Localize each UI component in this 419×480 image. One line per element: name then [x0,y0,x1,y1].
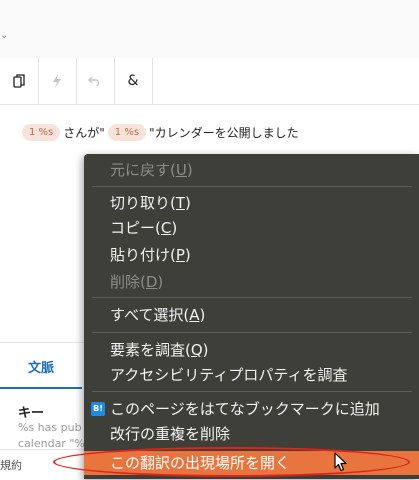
menu-item-inspect-accessibility[interactable]: アクセシビリティプロパティを調査 [84,364,419,386]
key-label: キー [18,406,45,421]
terms-label: 規約 [0,459,22,472]
ampersand-icon: & [127,73,139,89]
menu-item-select-all[interactable]: すべて選択(A) [84,304,419,326]
chevron-down-icon[interactable]: ⌄ [0,30,8,41]
tab-active-indicator [0,387,82,389]
source-fragment: "カレンダーを公開しました [149,126,299,140]
special-chars-button[interactable]: & [114,58,153,104]
mouse-cursor-icon [334,452,347,472]
menu-item-hatena-bookmark[interactable]: B! このページをはてなブックマークに追加 [84,398,419,420]
annotation-circle [53,447,410,477]
menu-item-copy[interactable]: コピー(C) [84,217,419,239]
lightning-icon [53,74,61,88]
copy-icon [13,74,25,88]
key-desc-line: %s has pub [18,421,82,434]
menu-item-undo[interactable]: 元に戻す(U) [84,159,419,181]
copy-button[interactable] [0,58,39,104]
placeholder-chip: 1 %s [22,124,61,141]
menu-item-cut[interactable]: 切り取り(T) [84,192,419,214]
menu-separator [92,186,412,187]
menu-item-paste[interactable]: 貼り付け(P) [84,244,419,266]
top-band: ⌄ [0,0,419,59]
menu-item-delete[interactable]: 削除(D) [84,271,419,293]
placeholder-chip: 1 %s [107,124,147,141]
menu-separator [92,391,412,392]
source-text: 1 %s さんが" 1 %s "カレンダーを公開しました [19,124,299,141]
source-fragment: さんが" [63,126,105,140]
menu-item-inspect[interactable]: 要素を調査(Q) [84,339,419,361]
menu-item-remove-duplicate-newlines[interactable]: 改行の重複を削除 [84,423,419,445]
menu-separator [92,332,412,333]
editor-toolbar: & [0,58,419,105]
undo-button[interactable] [76,58,115,104]
machine-translate-button[interactable] [38,58,77,104]
menu-separator [92,297,412,298]
undo-icon [88,76,99,87]
tab-context[interactable]: 文脈 [28,357,54,376]
context-menu: 元に戻す(U) 切り取り(T) コピー(C) 貼り付け(P) 削除(D) すべて… [84,154,419,479]
hatena-bookmark-icon: B! [91,402,105,416]
key-description: %s has pub calendar "% [18,420,88,452]
